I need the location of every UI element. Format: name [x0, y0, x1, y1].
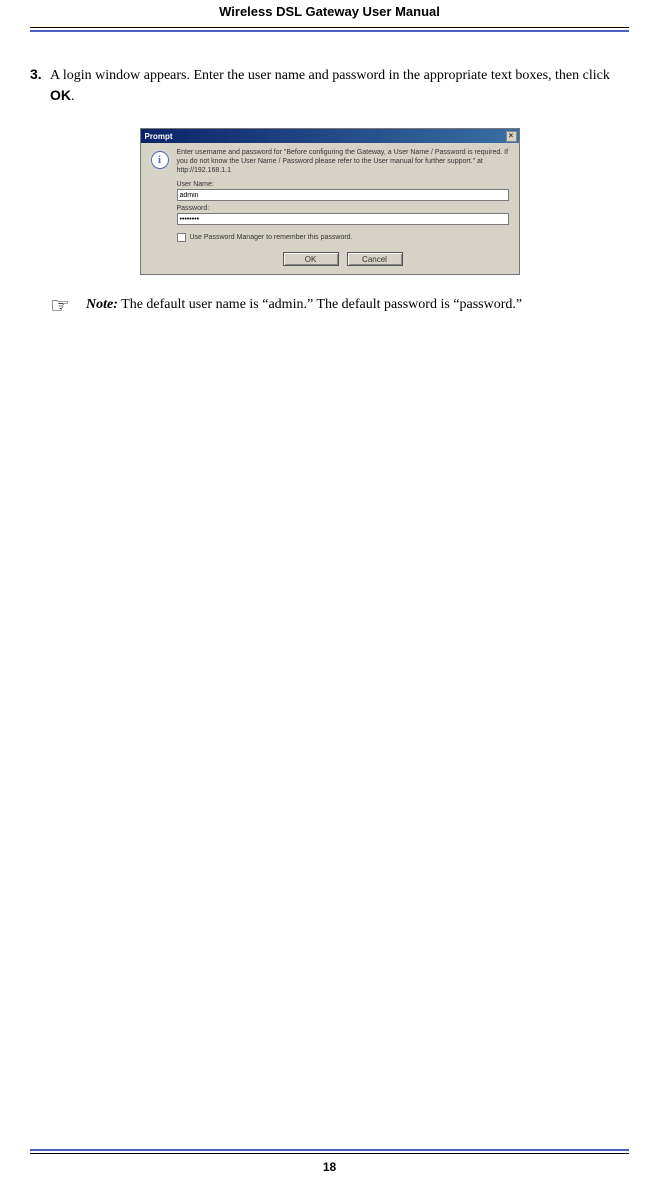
info-icon: i [151, 151, 169, 169]
username-input[interactable] [177, 189, 509, 201]
note-body: The default user name is “admin.” The de… [118, 297, 522, 312]
header-title: Wireless DSL Gateway User Manual [0, 4, 659, 19]
dialog-title: Prompt [145, 132, 173, 141]
note: ☞ Note: The default user name is “admin.… [50, 295, 629, 317]
footer-rule-thick [30, 1149, 629, 1151]
note-text: Note: The default user name is “admin.” … [86, 295, 522, 317]
remember-password-checkbox[interactable] [177, 233, 186, 242]
note-label: Note: [86, 297, 118, 312]
pointing-hand-icon: ☞ [50, 295, 86, 317]
step-text-a: A login window appears. Enter the user n… [50, 68, 610, 83]
dialog-titlebar: Prompt × [141, 129, 519, 143]
page-header: Wireless DSL Gateway User Manual [0, 0, 659, 19]
close-icon: × [509, 132, 514, 140]
step-ok-word: OK [50, 87, 71, 103]
ok-button[interactable]: OK [283, 252, 339, 266]
step-text-b: . [71, 89, 75, 104]
password-input[interactable] [177, 213, 509, 225]
header-rule-thick [30, 30, 629, 32]
footer-rule-thin [30, 1153, 629, 1154]
page-number: 18 [0, 1160, 659, 1174]
username-label: User Name: [177, 181, 509, 188]
remember-password-row: Use Password Manager to remember this pa… [177, 233, 509, 242]
password-label: Password: [177, 205, 509, 212]
step-text: A login window appears. Enter the user n… [50, 66, 629, 106]
step-3: 3. A login window appears. Enter the use… [30, 66, 629, 106]
header-rule-thin [30, 27, 629, 28]
close-button[interactable]: × [506, 131, 517, 142]
cancel-button[interactable]: Cancel [347, 252, 403, 266]
remember-password-label: Use Password Manager to remember this pa… [190, 234, 353, 241]
page-footer: 18 [0, 1149, 659, 1174]
login-prompt-dialog: Prompt × i Enter username and password f… [140, 128, 520, 275]
dialog-message: Enter username and password for "Before … [177, 149, 509, 175]
